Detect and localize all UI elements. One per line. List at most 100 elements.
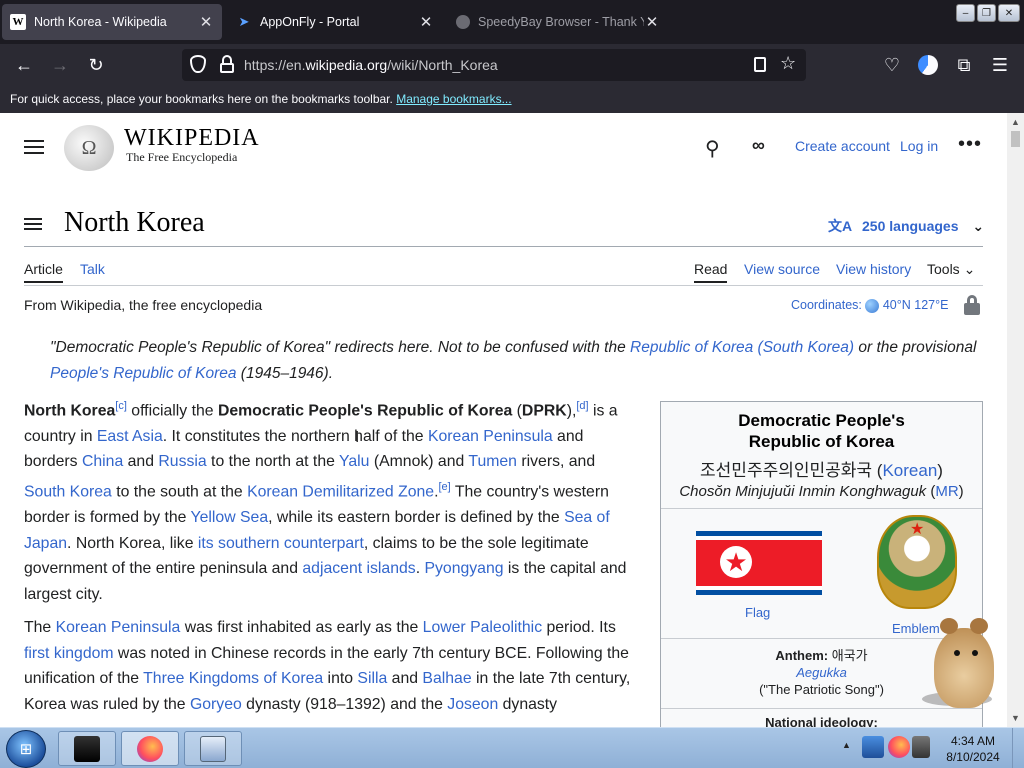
article-link[interactable]: Joseon <box>447 696 498 713</box>
scrollbar-thumb[interactable] <box>1011 131 1020 147</box>
tab-view-history[interactable]: View history <box>836 261 911 277</box>
forward-icon[interactable]: → <box>48 53 72 77</box>
close-tab-icon[interactable]: ✕ <box>198 13 214 31</box>
minimize-button[interactable]: – <box>956 4 975 22</box>
main-menu-icon[interactable] <box>24 136 44 156</box>
show-hidden-icons[interactable]: ▲ <box>842 740 851 750</box>
scroll-down-icon[interactable]: ▼ <box>1011 713 1020 723</box>
article-link[interactable]: Pyongyang <box>424 560 503 577</box>
pocket-icon[interactable]: ♡ <box>880 53 904 77</box>
lock-icon[interactable] <box>220 55 234 73</box>
create-account-link[interactable]: Create account <box>795 138 890 154</box>
coordinates-value[interactable]: 40°N 127°E <box>883 298 949 312</box>
tab-view-source[interactable]: View source <box>744 261 820 277</box>
hatnote-text: (1945–1946). <box>236 365 334 382</box>
flag-caption[interactable]: Flag <box>745 605 770 620</box>
article-link[interactable]: Yellow Sea <box>191 509 269 526</box>
article-link[interactable]: its southern counterpart <box>198 535 364 552</box>
footnote-link[interactable]: [e] <box>439 481 451 493</box>
menu-icon[interactable]: ☰ <box>988 53 1012 77</box>
article-link[interactable]: Korean Peninsula <box>428 428 553 445</box>
appearance-icon[interactable]: ∞ <box>752 135 765 156</box>
article-link[interactable]: Russia <box>158 453 206 470</box>
show-desktop-button[interactable] <box>1012 728 1024 768</box>
hamster-mascot[interactable] <box>922 608 1002 708</box>
taskbar-app-firefox[interactable] <box>121 731 179 766</box>
article-link[interactable]: Tumen <box>468 453 517 470</box>
back-icon[interactable]: ← <box>12 53 36 77</box>
article-link[interactable]: Korean Demilitarized Zone <box>247 483 434 500</box>
shield-icon[interactable] <box>190 55 206 73</box>
korean-link[interactable]: Korean <box>882 461 937 480</box>
article-link[interactable]: first kingdom <box>24 645 114 662</box>
address-bar[interactable]: https://en.wikipedia.org/wiki/North_Kore… <box>182 49 806 81</box>
footnote-link[interactable]: [c] <box>115 400 127 412</box>
text: to the south at the <box>111 483 248 501</box>
start-button[interactable]: ⊞ <box>6 730 46 768</box>
hatnote-link[interactable]: People's Republic of Korea <box>50 365 237 382</box>
article-link[interactable]: Korean Peninsula <box>56 619 181 636</box>
bookmark-star-icon[interactable]: ☆ <box>780 53 796 74</box>
article-link[interactable]: adjacent islands <box>302 560 415 577</box>
article-link[interactable]: Lower Paleolithic <box>423 619 542 636</box>
north-korea-flag[interactable]: ★ <box>696 531 822 595</box>
clock-date: 8/10/2024 <box>946 750 1000 764</box>
scroll-up-icon[interactable]: ▲ <box>1011 117 1020 127</box>
anthem-label: Anthem: <box>775 648 829 663</box>
extensions-icon[interactable]: ⧉ <box>952 53 976 77</box>
table-of-contents-icon[interactable] <box>24 218 42 234</box>
taskbar-app-media[interactable] <box>184 731 242 766</box>
system-clock[interactable]: 4:34 AM 8/10/2024 <box>936 733 1010 765</box>
national-emblem[interactable]: ★ <box>877 515 957 609</box>
article-link[interactable]: Yalu <box>339 453 369 470</box>
url-text[interactable]: https://en.wikipedia.org/wiki/North_Kore… <box>244 57 498 73</box>
manage-bookmarks-link[interactable]: Manage bookmarks... <box>396 92 511 106</box>
footnote-link[interactable]: [d] <box>576 400 588 412</box>
tab-talk[interactable]: Talk <box>80 261 105 277</box>
chevron-down-icon: ⌄ <box>972 218 985 234</box>
taskbar-app-explorer[interactable] <box>58 731 116 766</box>
red-star-icon: ★ <box>910 521 925 538</box>
page-title: North Korea <box>64 207 205 238</box>
article-link[interactable]: Balhae <box>422 670 471 687</box>
protection-lock-icon[interactable] <box>964 295 980 315</box>
tab-north-korea[interactable]: W North Korea - Wikipedia ✕ <box>2 4 222 40</box>
bold-term: DPRK <box>521 402 567 420</box>
close-tab-icon[interactable]: ✕ <box>644 13 660 31</box>
close-window-button[interactable]: ✕ <box>998 4 1020 22</box>
account-icon[interactable] <box>916 53 940 77</box>
hatnote: "Democratic People's Republic of Korea" … <box>50 335 980 387</box>
network-tray-icon[interactable] <box>862 736 884 758</box>
reader-view-icon[interactable] <box>754 57 766 72</box>
more-options-icon[interactable]: ••• <box>958 133 982 156</box>
maximize-button[interactable]: ❐ <box>977 4 996 22</box>
wikipedia-wordmark[interactable]: WIKIPEDIA <box>124 125 260 152</box>
anthem-link[interactable]: Aegukka <box>796 665 847 680</box>
reload-icon[interactable]: ↻ <box>84 53 108 77</box>
volume-tray-icon[interactable] <box>912 736 930 758</box>
article-link[interactable]: China <box>82 453 123 470</box>
tab-apponfly[interactable]: ➤ AppOnFly - Portal ✕ <box>228 4 442 40</box>
tab-read[interactable]: Read <box>694 261 728 283</box>
tools-dropdown[interactable]: Tools ⌄ <box>927 261 975 278</box>
article-link[interactable]: Goryeo <box>190 696 242 713</box>
firefox-tray-icon[interactable] <box>888 736 910 758</box>
bookmarks-message: For quick access, place your bookmarks h… <box>10 92 393 106</box>
article-link[interactable]: Silla <box>357 670 387 687</box>
languages-button[interactable]: 文A 250 languages ⌄ <box>828 216 984 236</box>
wikipedia-logo[interactable]: Ω <box>64 125 114 171</box>
article-link[interactable]: East Asia <box>97 428 163 445</box>
page-scrollbar[interactable]: ▲ ▼ <box>1007 113 1024 727</box>
tab-speedybay[interactable]: SpeedyBay Browser - Thank Yo ✕ <box>448 4 668 40</box>
article-link[interactable]: South Korea <box>24 483 112 500</box>
title-divider <box>24 246 983 247</box>
mr-link[interactable]: MR <box>935 483 958 500</box>
search-icon[interactable]: ⚲ <box>705 136 720 161</box>
hatnote-link[interactable]: Republic of Korea (South Korea) <box>630 339 854 356</box>
close-tab-icon[interactable]: ✕ <box>418 13 434 31</box>
log-in-link[interactable]: Log in <box>900 138 938 154</box>
coordinates[interactable]: Coordinates: 40°N 127°E <box>791 298 948 313</box>
wikipedia-favicon-icon: W <box>10 14 26 30</box>
tab-article[interactable]: Article <box>24 261 63 283</box>
article-link[interactable]: Three Kingdoms of Korea <box>143 670 323 687</box>
